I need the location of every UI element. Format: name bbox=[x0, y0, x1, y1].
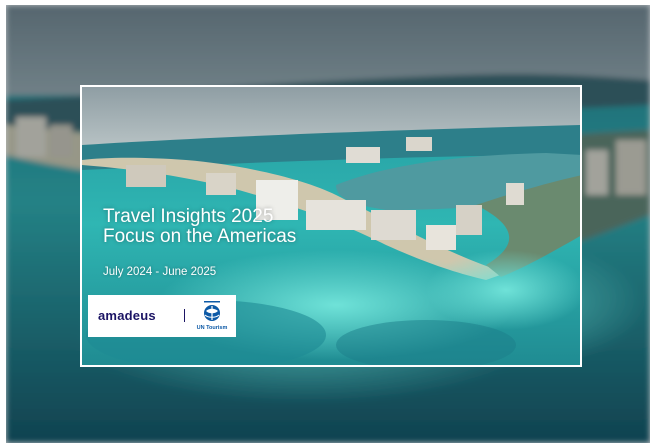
amadeus-logo: amadeus bbox=[98, 308, 156, 323]
cover-date-range: July 2024 - June 2025 bbox=[103, 266, 217, 278]
cover-title-line2: Focus on the Americas bbox=[103, 226, 297, 247]
logo-separator bbox=[184, 309, 185, 322]
un-tourism-logo-text: UN Tourism bbox=[196, 325, 228, 331]
cover-frame: Travel Insights 2025 Focus on the Americ… bbox=[80, 85, 582, 367]
cover-title: Travel Insights 2025 Focus on the Americ… bbox=[103, 207, 296, 247]
cover-slide: Travel Insights 2025 Focus on the Americ… bbox=[6, 5, 650, 443]
cover-title-line1: Travel Insights 2025 bbox=[103, 206, 274, 227]
partner-logos: amadeus UN Tourism bbox=[88, 295, 236, 337]
